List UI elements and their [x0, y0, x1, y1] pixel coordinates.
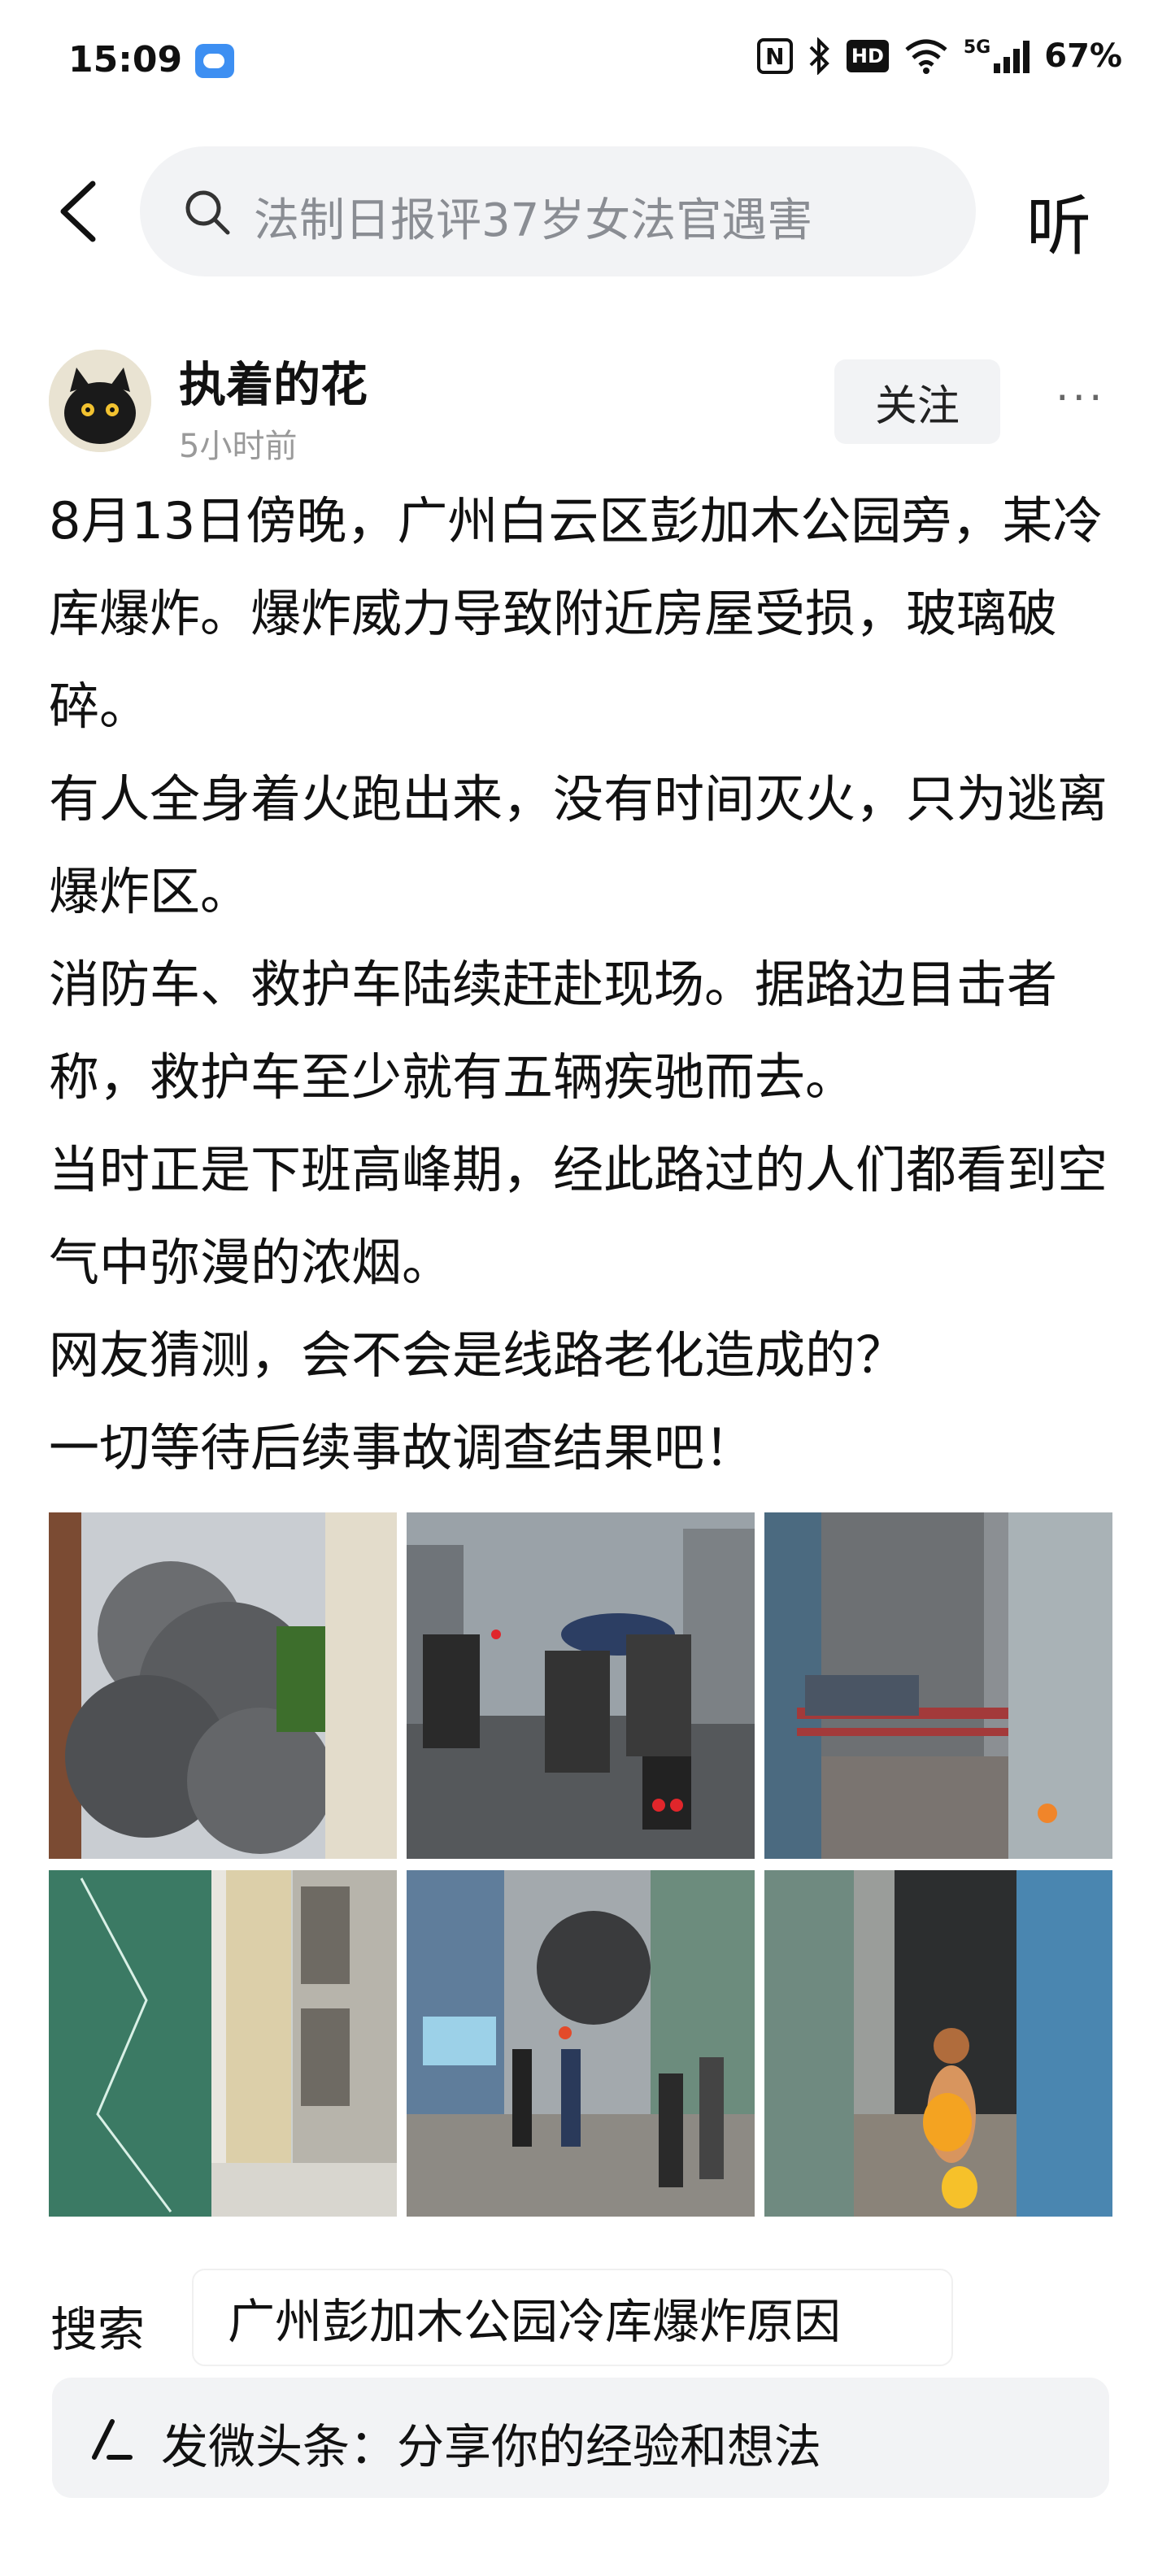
hd-icon: HD — [846, 40, 889, 72]
compose-bar[interactable]: 发微头条：分享你的经验和想法 — [52, 2378, 1109, 2498]
compose-placeholder: 发微头条：分享你的经验和想法 — [161, 2419, 822, 2474]
post-paragraph: 8月13日傍晚，广州白云区彭加木公园旁，某冷库爆炸。爆炸威力导致附近房屋受损，玻… — [49, 491, 1104, 736]
pen-icon — [92, 2419, 133, 2460]
photo-burning-person[interactable] — [764, 1870, 1112, 2217]
photo-street-traffic[interactable] — [407, 1512, 755, 1859]
status-icons: N HD 5G 67% — [756, 37, 1122, 75]
search-query: 法制日报评37岁女法官遇害 — [254, 194, 813, 247]
post-body: 8月13日傍晚，广州白云区彭加木公园旁，某冷库爆炸。爆炸威力导致附近房屋受损，玻… — [49, 475, 1122, 1495]
battery-level: 67% — [1044, 37, 1122, 75]
wifi-icon — [905, 39, 947, 74]
image-grid — [49, 1512, 1112, 2217]
listen-button[interactable]: 听 — [1026, 174, 1091, 268]
weather-icon — [195, 44, 234, 78]
post-paragraph: 网友猜测，会不会是线路老化造成的？ — [49, 1325, 907, 1385]
search-input[interactable]: 法制日报评37岁女法官遇害 — [140, 146, 976, 276]
network-type: 5G — [963, 37, 991, 58]
status-time: 15:09 — [68, 39, 183, 80]
bluetooth-icon — [809, 37, 829, 75]
signal-icon: 5G — [964, 39, 1030, 73]
search-icon — [185, 190, 230, 235]
nfc-icon: N — [756, 38, 793, 74]
author-name[interactable]: 执着的花 — [179, 346, 368, 415]
follow-button[interactable]: 关注 — [834, 359, 1000, 444]
status-bar: 15:09 N HD 5G 67% — [0, 0, 1171, 122]
post-paragraph: 当时正是下班高峰期，经此路过的人们都看到空气中弥漫的浓烟。 — [49, 1140, 1108, 1292]
related-search-label: 搜索 — [50, 2302, 146, 2357]
post-paragraph: 一切等待后续事故调查结果吧！ — [49, 1418, 755, 1477]
back-chevron-icon[interactable] — [52, 179, 109, 244]
post-paragraph: 消防车、救护车陆续赶赴现场。据路边目击者称，救护车至少就有五辆疾驰而去。 — [49, 955, 1058, 1107]
post-time: 5小时前 — [179, 428, 298, 465]
search-header: 法制日报评37岁女法官遇害 听 — [0, 146, 1171, 276]
photo-cracked-window[interactable] — [49, 1870, 397, 2217]
photo-alley-smoke[interactable] — [764, 1512, 1112, 1859]
avatar[interactable] — [49, 350, 151, 452]
related-search-chip[interactable]: 广州彭加木公园冷库爆炸原因 — [192, 2269, 953, 2366]
author-row: 执着的花 5小时前 关注 ··· — [0, 342, 1171, 472]
post-paragraph: 有人全身着火跑出来，没有时间灭火，只为逃离爆炸区。 — [49, 769, 1108, 921]
photo-smoke-from-building[interactable] — [49, 1512, 397, 1859]
more-options-icon[interactable]: ··· — [1056, 374, 1106, 423]
related-search: 搜索 广州彭加木公园冷库爆炸原因 — [0, 2269, 1171, 2366]
black-cat-avatar-icon — [49, 350, 151, 452]
photo-crowd-street[interactable] — [407, 1870, 755, 2217]
